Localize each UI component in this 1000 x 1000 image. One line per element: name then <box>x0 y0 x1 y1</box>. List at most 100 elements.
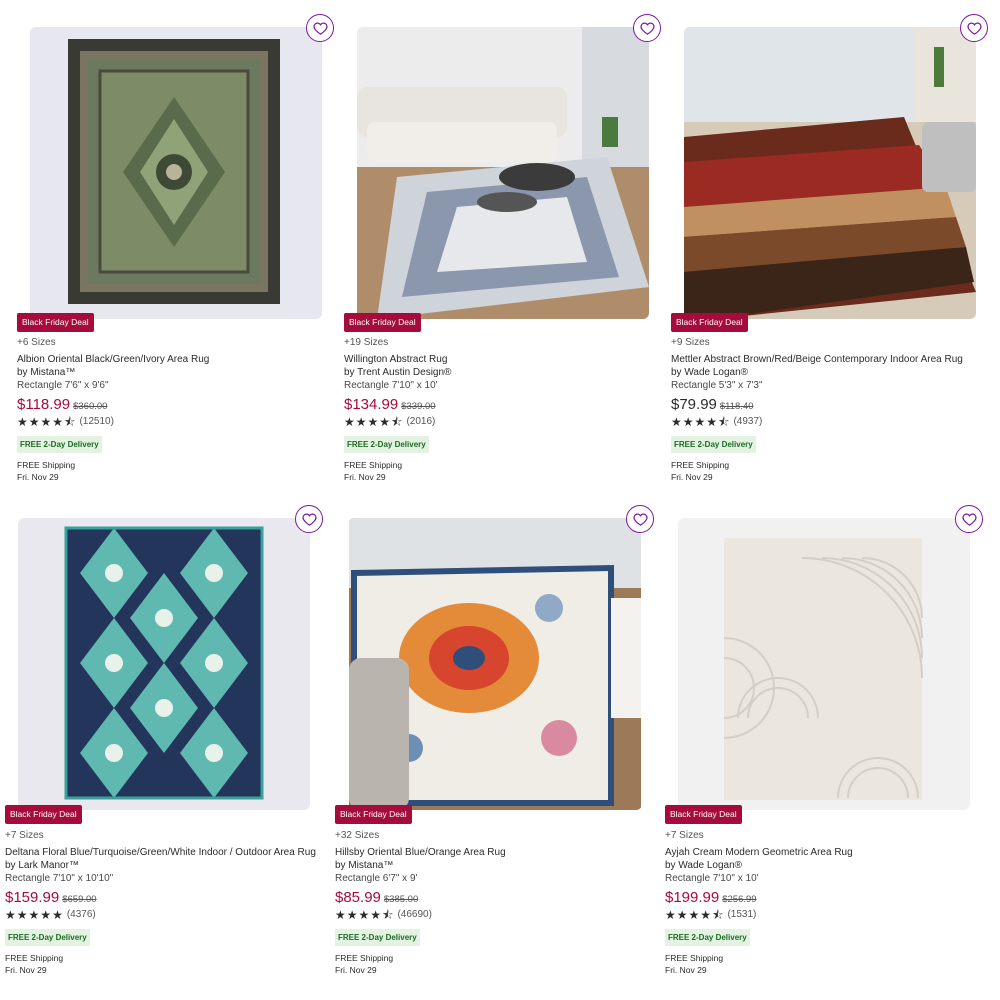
black-friday-badge: Black Friday Deal <box>5 805 82 824</box>
star-icon: ★ <box>40 907 52 922</box>
black-friday-badge: Black Friday Deal <box>344 313 421 332</box>
wishlist-button[interactable] <box>960 14 988 42</box>
product-brand: by Mistana™ <box>17 367 76 378</box>
rug-floral-turquoise-image <box>18 518 310 810</box>
star-icon: ★ <box>52 907 63 922</box>
star-icon: ★ <box>344 414 355 429</box>
heart-outline-icon <box>301 513 317 526</box>
rating-stars[interactable]: ★ ★ ★ ★ ★ (4376) <box>5 908 325 921</box>
heart-outline-icon <box>966 22 982 35</box>
star-icon: ★ <box>355 414 367 429</box>
review-count: (1531) <box>727 909 757 920</box>
delivery-date: Fri. Nov 29 <box>344 472 386 482</box>
product-name[interactable]: Albion Oriental Black/Green/Ivory Area R… <box>17 353 337 366</box>
sale-price: $79.99 <box>671 396 717 413</box>
star-icon: ★ <box>671 414 682 429</box>
star-icon: ★ <box>5 907 16 922</box>
star-icon: ★ <box>16 907 28 922</box>
delivery-date: Fri. Nov 29 <box>5 965 47 975</box>
rating-stars[interactable]: ★ ★ ★ ★ ⯪ (12510) <box>17 415 337 428</box>
product-dimensions: Rectangle 7'6" x 9'6" <box>17 380 109 391</box>
rug-abstract-blue-room-image <box>357 27 649 319</box>
original-price: $659.00 <box>62 894 97 905</box>
black-friday-badge: Black Friday Deal <box>17 313 94 332</box>
star-icon: ★ <box>335 907 346 922</box>
star-icon: ★ <box>28 414 40 429</box>
star-icon: ★ <box>706 414 718 429</box>
sizes-link[interactable]: +9 Sizes <box>671 336 991 349</box>
product-name[interactable]: Ayjah Cream Modern Geometric Area Rug <box>665 846 985 859</box>
product-image[interactable] <box>348 518 642 810</box>
star-icon: ★ <box>367 414 379 429</box>
half-star-icon: ⯪ <box>391 414 403 429</box>
sale-price: $159.99 <box>5 889 60 906</box>
star-icon: ★ <box>370 907 382 922</box>
free-delivery-badge: FREE 2-Day Delivery <box>671 436 756 453</box>
product-dimensions: Rectangle 6'7" x 9' <box>335 873 418 884</box>
star-icon: ★ <box>379 414 391 429</box>
half-star-icon: ⯪ <box>382 907 394 922</box>
black-friday-badge: Black Friday Deal <box>671 313 748 332</box>
original-price: $360.00 <box>73 401 108 412</box>
rug-oriental-orange-room-image <box>349 518 641 810</box>
product-image[interactable] <box>30 27 322 319</box>
sale-price: $118.99 <box>17 396 71 413</box>
rating-stars[interactable]: ★ ★ ★ ★ ⯪ (2016) <box>344 415 664 428</box>
heart-outline-icon <box>312 22 328 35</box>
review-count: (4376) <box>66 909 96 920</box>
wishlist-button[interactable] <box>306 14 334 42</box>
shipping-text: FREE Shipping <box>335 953 394 963</box>
shipping-text: FREE Shipping <box>665 953 724 963</box>
star-icon: ★ <box>694 414 706 429</box>
sizes-link[interactable]: +19 Sizes <box>344 336 664 349</box>
wishlist-button[interactable] <box>295 505 323 533</box>
product-dimensions: Rectangle 7'10" x 10'10" <box>5 873 114 884</box>
original-price: $339.00 <box>401 401 436 412</box>
heart-outline-icon <box>632 513 648 526</box>
product-name[interactable]: Deltana Floral Blue/Turquoise/Green/Whit… <box>5 846 325 859</box>
star-icon: ★ <box>52 414 64 429</box>
product-image[interactable] <box>684 27 976 319</box>
sale-price: $134.99 <box>344 396 399 413</box>
original-price: $256.99 <box>722 894 757 905</box>
wishlist-button[interactable] <box>955 505 983 533</box>
product-dimensions: Rectangle 7'10" x 10' <box>344 380 438 391</box>
shipping-text: FREE Shipping <box>344 460 403 470</box>
product-brand: by Trent Austin Design® <box>344 367 452 378</box>
wishlist-button[interactable] <box>633 14 661 42</box>
product-dimensions: Rectangle 7'10" x 10' <box>665 873 759 884</box>
review-count: (12510) <box>79 416 114 427</box>
original-price: $385.00 <box>383 894 419 905</box>
rating-stars[interactable]: ★ ★ ★ ★ ⯪ (46690) <box>335 908 655 921</box>
sizes-link[interactable]: +6 Sizes <box>17 336 337 349</box>
free-delivery-badge: FREE 2-Day Delivery <box>335 929 420 946</box>
product-image[interactable] <box>678 518 970 810</box>
free-delivery-badge: FREE 2-Day Delivery <box>344 436 429 453</box>
product-image[interactable] <box>18 518 310 810</box>
star-icon: ★ <box>40 414 52 429</box>
rating-stars[interactable]: ★ ★ ★ ★ ⯪ (1531) <box>665 908 985 921</box>
product-dimensions: Rectangle 5'3" x 7'3" <box>671 380 763 391</box>
sizes-link[interactable]: +7 Sizes <box>665 829 985 842</box>
rug-oriental-green-image <box>30 27 322 319</box>
product-image[interactable] <box>357 27 649 319</box>
star-icon: ★ <box>665 907 676 922</box>
product-name[interactable]: Hillsby Oriental Blue/Orange Area Rug <box>335 846 655 859</box>
rug-stripe-red-room-image <box>684 27 976 319</box>
free-delivery-badge: FREE 2-Day Delivery <box>665 929 750 946</box>
product-name[interactable]: Willington Abstract Rug <box>344 353 664 366</box>
delivery-date: Fri. Nov 29 <box>671 472 713 482</box>
wishlist-button[interactable] <box>626 505 654 533</box>
product-brand: by Mistana™ <box>335 860 394 871</box>
sizes-link[interactable]: +32 Sizes <box>335 829 655 842</box>
star-icon: ★ <box>676 907 688 922</box>
original-price: $118.40 <box>719 401 754 412</box>
half-star-icon: ⯪ <box>64 414 76 429</box>
heart-outline-icon <box>961 513 977 526</box>
rating-stars[interactable]: ★ ★ ★ ★ ⯪ (4937) <box>671 415 991 428</box>
shipping-text: FREE Shipping <box>671 460 730 470</box>
product-name[interactable]: Mettler Abstract Brown/Red/Beige Contemp… <box>671 353 991 366</box>
star-icon: ★ <box>358 907 370 922</box>
review-count: (2016) <box>406 416 436 427</box>
sizes-link[interactable]: +7 Sizes <box>5 829 325 842</box>
